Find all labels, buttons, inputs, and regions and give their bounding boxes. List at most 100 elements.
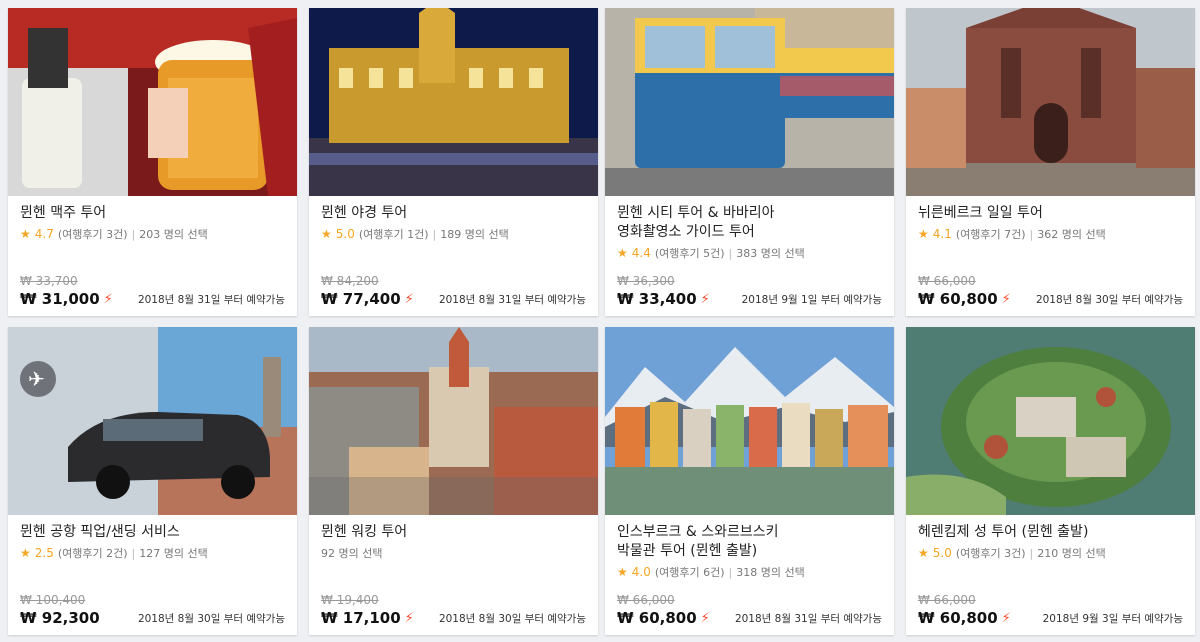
- chosen-count: 92 명의 선택: [321, 547, 383, 560]
- meta-divider: |: [131, 547, 136, 560]
- tour-title[interactable]: 뉘른베르크 일일 투어: [918, 204, 1183, 223]
- sale-price: ₩ 60,800 ⚡: [617, 609, 710, 627]
- instant-booking-icon: ⚡: [1001, 291, 1011, 307]
- sale-price-value: ₩ 31,000: [20, 290, 100, 308]
- star-icon: ★: [617, 565, 628, 579]
- review-count: (여행후기 3건): [57, 228, 128, 241]
- star-icon: ★: [918, 546, 929, 560]
- original-price: ₩ 100,400: [20, 593, 86, 607]
- tour-title[interactable]: 헤렌킴제 성 투어 (뮌헨 출발): [918, 523, 1183, 542]
- tour-image-airport[interactable]: ✈: [8, 327, 297, 515]
- instant-booking-icon: ⚡: [700, 610, 710, 626]
- meta-divider: |: [1029, 547, 1034, 560]
- tour-title[interactable]: 뮌헨 야경 투어: [321, 204, 586, 223]
- tour-card-nuremberg[interactable]: 뉘른베르크 일일 투어 ★ 4.1 (여행후기 7건) | 362 명의 선택 …: [906, 8, 1195, 316]
- review-count: (여행후기 6건): [654, 566, 725, 579]
- tour-image-tram[interactable]: [605, 8, 894, 196]
- review-count: (여행후기 5건): [654, 247, 725, 260]
- price-block: ₩ 66,000 ₩ 60,800 ⚡ 2018년 9월 3일 부터 예약가능: [918, 593, 1183, 627]
- rating-value: 4.4: [631, 246, 651, 260]
- tour-image-walking[interactable]: [309, 327, 598, 515]
- original-price: ₩ 36,300: [617, 274, 675, 288]
- availability-text: 2018년 8월 30일 부터 예약가능: [137, 612, 285, 625]
- sale-price: ₩ 92,300: [20, 609, 100, 627]
- tour-image-innsbruck[interactable]: [605, 327, 894, 515]
- availability-text: 2018년 8월 30일 부터 예약가능: [1035, 293, 1183, 306]
- tour-image-nuremberg[interactable]: [906, 8, 1195, 196]
- availability-text: 2018년 8월 31일 부터 예약가능: [137, 293, 285, 306]
- instant-booking-icon: ⚡: [1001, 610, 1011, 626]
- price-block: ₩ 33,700 ₩ 31,000 ⚡ 2018년 8월 31일 부터 예약가능: [20, 274, 285, 308]
- sale-price-value: ₩ 60,800: [918, 290, 998, 308]
- tour-card-airport[interactable]: ✈ 뮌헨 공항 픽업/샌딩 서비스 ★ 2.5 (여행후기 2건) | 127 …: [8, 327, 297, 635]
- price-block: ₩ 19,400 ₩ 17,100 ⚡ 2018년 8월 30일 부터 예약가능: [321, 593, 586, 627]
- original-price: ₩ 19,400: [321, 593, 379, 607]
- price-row: ₩ 17,100 ⚡ 2018년 8월 30일 부터 예약가능: [321, 609, 586, 627]
- price-row: ₩ 31,000 ⚡ 2018년 8월 31일 부터 예약가능: [20, 290, 285, 308]
- tour-image-night[interactable]: [309, 8, 598, 196]
- tour-title[interactable]: 뮌헨 맥주 투어: [20, 204, 285, 223]
- sale-price: ₩ 60,800 ⚡: [918, 609, 1011, 627]
- tour-title[interactable]: 인스부르크 & 스와르브스키 박물관 투어 (뮌헨 출발): [617, 523, 882, 561]
- sale-price: ₩ 77,400 ⚡: [321, 290, 414, 308]
- star-icon: ★: [321, 227, 332, 241]
- sale-price: ₩ 31,000 ⚡: [20, 290, 113, 308]
- airplane-icon: ✈: [28, 367, 45, 391]
- sale-price-value: ₩ 60,800: [617, 609, 697, 627]
- chosen-count: 318 명의 선택: [736, 566, 805, 579]
- original-price: ₩ 66,000: [918, 593, 976, 607]
- rating-value: 4.1: [932, 227, 952, 241]
- meta-divider: |: [728, 566, 733, 579]
- chosen-count: 362 명의 선택: [1037, 228, 1106, 241]
- sale-price: ₩ 60,800 ⚡: [918, 290, 1011, 308]
- tour-meta: 92 명의 선택: [321, 546, 586, 561]
- tour-card-beer[interactable]: 뮌헨 맥주 투어 ★ 4.7 (여행후기 3건) | 203 명의 선택 ₩ 3…: [8, 8, 297, 316]
- tour-meta: ★ 4.0 (여행후기 6건) | 318 명의 선택: [617, 565, 882, 580]
- chosen-count: 383 명의 선택: [736, 247, 805, 260]
- tour-image-beer[interactable]: [8, 8, 297, 196]
- tour-title[interactable]: 뮌헨 시티 투어 & 바바리아 영화촬영소 가이드 투어: [617, 204, 882, 242]
- sale-price-value: ₩ 77,400: [321, 290, 401, 308]
- meta-divider: |: [728, 247, 733, 260]
- rating-value: 5.0: [335, 227, 355, 241]
- price-row: ₩ 33,400 ⚡ 2018년 9월 1일 부터 예약가능: [617, 290, 882, 308]
- instant-booking-icon: ⚡: [404, 291, 414, 307]
- sale-price: ₩ 33,400 ⚡: [617, 290, 710, 308]
- instant-booking-icon: ⚡: [404, 610, 414, 626]
- meta-divider: |: [1029, 228, 1034, 241]
- tour-card-innsbruck[interactable]: 인스부르크 & 스와르브스키 박물관 투어 (뮌헨 출발) ★ 4.0 (여행후…: [605, 327, 894, 635]
- price-row: ₩ 92,300 2018년 8월 30일 부터 예약가능: [20, 609, 285, 627]
- price-row: ₩ 60,800 ⚡ 2018년 8월 30일 부터 예약가능: [918, 290, 1183, 308]
- original-price: ₩ 66,000: [617, 593, 675, 607]
- tour-card-night[interactable]: 뮌헨 야경 투어 ★ 5.0 (여행후기 1건) | 189 명의 선택 ₩ 8…: [309, 8, 598, 316]
- rating-value: 4.0: [631, 565, 651, 579]
- tour-card-walking[interactable]: 뮌헨 워킹 투어 92 명의 선택 ₩ 19,400 ₩ 17,100 ⚡ 20…: [309, 327, 598, 635]
- review-count: (여행후기 2건): [57, 547, 128, 560]
- original-price: ₩ 33,700: [20, 274, 78, 288]
- star-icon: ★: [918, 227, 929, 241]
- star-icon: ★: [617, 246, 628, 260]
- availability-text: 2018년 9월 1일 부터 예약가능: [741, 293, 882, 306]
- tour-title[interactable]: 뮌헨 공항 픽업/샌딩 서비스: [20, 523, 285, 542]
- chosen-count: 203 명의 선택: [139, 228, 208, 241]
- tour-meta: ★ 4.1 (여행후기 7건) | 362 명의 선택: [918, 227, 1183, 242]
- rating-value: 4.7: [34, 227, 54, 241]
- chosen-count: 189 명의 선택: [440, 228, 509, 241]
- price-row: ₩ 60,800 ⚡ 2018년 9월 3일 부터 예약가능: [918, 609, 1183, 627]
- rating-value: 5.0: [932, 546, 952, 560]
- chosen-count: 127 명의 선택: [139, 547, 208, 560]
- tour-meta: ★ 2.5 (여행후기 2건) | 127 명의 선택: [20, 546, 285, 561]
- tour-meta: ★ 4.7 (여행후기 3건) | 203 명의 선택: [20, 227, 285, 242]
- tour-card-city[interactable]: 뮌헨 시티 투어 & 바바리아 영화촬영소 가이드 투어 ★ 4.4 (여행후기…: [605, 8, 894, 316]
- tour-title[interactable]: 뮌헨 워킹 투어: [321, 523, 586, 542]
- tour-card-herrenchiemsee[interactable]: 헤렌킴제 성 투어 (뮌헨 출발) ★ 5.0 (여행후기 3건) | 210 …: [906, 327, 1195, 635]
- tour-meta: ★ 5.0 (여행후기 3건) | 210 명의 선택: [918, 546, 1183, 561]
- tour-meta: ★ 5.0 (여행후기 1건) | 189 명의 선택: [321, 227, 586, 242]
- tour-image-island[interactable]: [906, 327, 1195, 515]
- availability-text: 2018년 8월 30일 부터 예약가능: [438, 612, 586, 625]
- sale-price: ₩ 17,100 ⚡: [321, 609, 414, 627]
- star-icon: ★: [20, 227, 31, 241]
- instant-booking-icon: ⚡: [103, 291, 113, 307]
- price-block: ₩ 84,200 ₩ 77,400 ⚡ 2018년 8월 31일 부터 예약가능: [321, 274, 586, 308]
- meta-divider: |: [432, 228, 437, 241]
